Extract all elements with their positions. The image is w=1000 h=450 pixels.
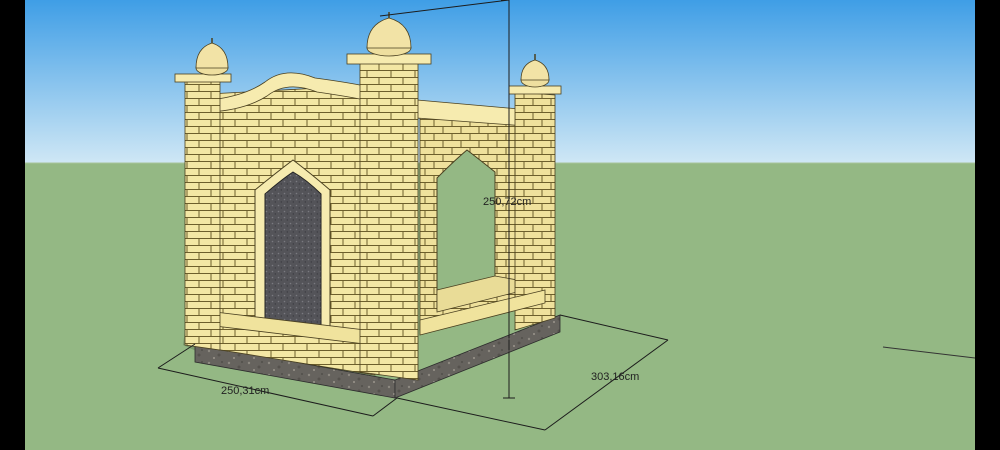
pillar-left [184, 79, 221, 351]
letterbox-right [975, 0, 1000, 450]
depth-label: 303,16cm [591, 371, 639, 383]
width-label: 250,31cm [221, 385, 269, 397]
pillar-center [359, 61, 419, 381]
scene-canvas[interactable]: 250,72cm 250,31cm 303,16cm [25, 0, 975, 450]
height-label: 250,72cm [483, 196, 531, 208]
3d-viewport[interactable]: 250,72cm 250,31cm 303,16cm [25, 0, 975, 450]
screenshot-frame: 250,72cm 250,31cm 303,16cm [0, 0, 1000, 450]
letterbox-left [0, 0, 25, 450]
granite-plaque [264, 171, 322, 334]
